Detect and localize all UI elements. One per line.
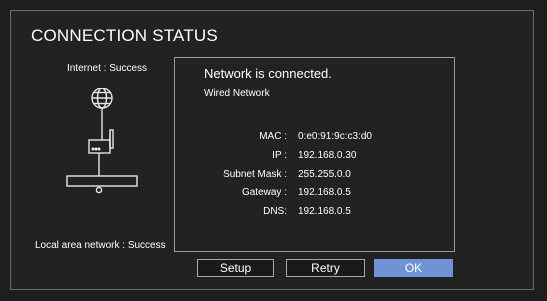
- info-row-dns: DNS: 192.168.0.5: [190, 206, 450, 220]
- subnet-mask-value: 255.255.0.0: [298, 169, 351, 180]
- internet-status-label: Internet : Success: [66, 63, 148, 74]
- gateway-label: Gateway :: [241, 187, 287, 198]
- set-top-box-icon: [66, 175, 138, 194]
- info-row-ip: IP : 192.168.0.30: [190, 150, 450, 164]
- network-diagram: [66, 88, 138, 194]
- network-type-label: Wired Network: [204, 88, 270, 99]
- router-icon: [88, 129, 114, 154]
- mac-label: MAC :: [259, 131, 287, 142]
- lan-status-label: Local area network : Success: [35, 240, 166, 251]
- setup-button[interactable]: Setup: [197, 259, 274, 277]
- ok-button[interactable]: OK: [374, 259, 453, 277]
- dialog-title: CONNECTION STATUS: [31, 26, 218, 45]
- dns-label: DNS:: [263, 206, 287, 217]
- globe-icon: [91, 88, 113, 109]
- subnet-mask-label: Subnet Mask :: [223, 169, 287, 180]
- mac-value: 0:e0:91:9c:c3:d0: [298, 131, 372, 142]
- ip-value: 192.168.0.30: [298, 150, 357, 161]
- info-row-subnet: Subnet Mask : 255.255.0.0: [190, 169, 450, 183]
- dns-value: 192.168.0.5: [298, 206, 351, 217]
- ip-label: IP :: [272, 150, 287, 161]
- retry-button[interactable]: Retry: [286, 259, 365, 277]
- info-row-gateway: Gateway : 192.168.0.5: [190, 187, 450, 201]
- connection-heading: Network is connected.: [204, 66, 332, 81]
- info-row-mac: MAC : 0:e0:91:9c:c3:d0: [190, 131, 450, 145]
- gateway-value: 192.168.0.5: [298, 187, 351, 198]
